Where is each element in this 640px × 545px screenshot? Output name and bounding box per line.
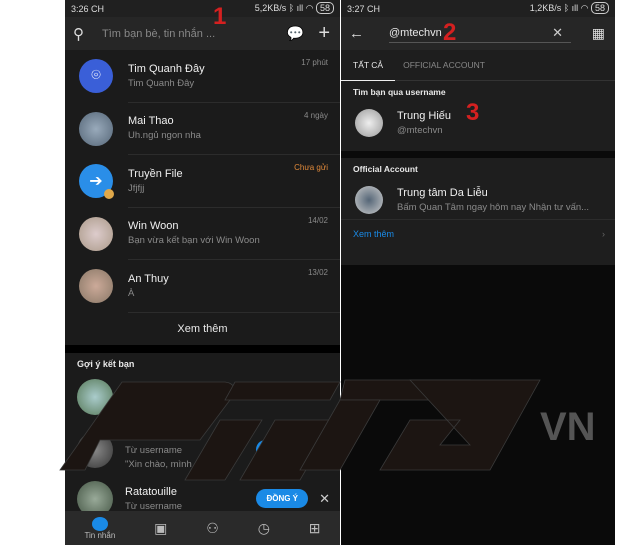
- dismiss-icon[interactable]: ✕: [319, 491, 330, 507]
- search-icon[interactable]: ⚲: [73, 25, 84, 43]
- status-time: 3:27 CH: [347, 3, 381, 14]
- message-icon: [91, 516, 108, 531]
- conversation-preview: Uh.ngủ ngon nha: [128, 130, 201, 142]
- search-input[interactable]: @mtechvn ✕: [389, 23, 571, 43]
- section-title: Official Account: [353, 164, 418, 174]
- conversation-list: ⌾ Tim Quanh Đây Tim Quanh Đây 17 phút Mai T…: [65, 50, 340, 313]
- tab-all[interactable]: TẤT CẢ: [341, 50, 396, 81]
- battery-icon: 58: [590, 2, 609, 14]
- conversation-time: 14/02: [307, 215, 328, 225]
- conversation-name: Mai Thao: [128, 115, 174, 128]
- avatar: [77, 378, 113, 415]
- step-marker: 2: [443, 19, 457, 46]
- groups-icon[interactable]: ⚇: [206, 520, 219, 537]
- conversation-item[interactable]: ⌾ Tim Quanh Đây Tim Quanh Đây 17 phút: [65, 50, 340, 103]
- plus-icon[interactable]: +: [318, 22, 330, 45]
- status-bar: 3:27 CH 1,2KB/s ᛒ ıll ◠ 58: [341, 0, 615, 17]
- status-time: 3:26 CH: [71, 3, 105, 14]
- see-more-link[interactable]: Xem thêm ›: [341, 220, 615, 248]
- back-arrow-icon[interactable]: ←: [349, 25, 364, 42]
- network-speed: 5,2KB/s: [254, 3, 287, 13]
- conversation-item[interactable]: Win Woon Bạn vừa kết bạn với Win Woon 14/0…: [65, 208, 340, 260]
- suggestion-source: Từ username: [125, 500, 183, 512]
- new-chat-icon[interactable]: 💬: [287, 25, 304, 42]
- file-transfer-icon: ➔: [79, 164, 114, 200]
- suggestion-message: "Xin chào! K... minh...: [125, 398, 217, 410]
- conversation-name: Tim Quanh Đây: [128, 62, 205, 75]
- conversation-time: 17 phút: [301, 58, 328, 67]
- user-username: @mtechvn: [397, 125, 443, 136]
- conversation-time: 13/02: [307, 268, 328, 277]
- conversation-preview: À: [128, 287, 135, 299]
- see-more-button[interactable]: Xem thêm: [65, 313, 340, 345]
- dismiss-icon[interactable]: ✕: [319, 442, 330, 458]
- tab-official-account[interactable]: OFFICIAL ACCOUNT: [395, 60, 493, 70]
- qr-code-icon[interactable]: ▦: [592, 25, 605, 42]
- conversation-preview: Bạn vừa kết bạn với Win Woon: [128, 235, 260, 247]
- right-phone-screen: 3:27 CH 1,2KB/s ᛒ ıll ◠ 58 ← @mtechvn ✕ ▦…: [341, 0, 615, 545]
- search-query: @mtechvn: [389, 27, 442, 39]
- conversation-preview: Tim Quanh Đây: [128, 77, 195, 89]
- conversation-item[interactable]: Mai Thao Uh.ngủ ngon nha 4 ngày: [65, 103, 340, 155]
- avatar: [79, 269, 113, 304]
- nav-messages[interactable]: Tin nhắn: [84, 516, 116, 540]
- more-grid-icon[interactable]: ⊞: [309, 520, 321, 537]
- bottom-nav: Tin nhắn ▣ ⚇ ◷ ⊞: [65, 511, 340, 545]
- avatar: [355, 185, 383, 214]
- conversation-preview: Jfjfjj: [128, 182, 145, 194]
- suggestion-item[interactable]: Phú "Xin chào! K... minh...: [65, 371, 340, 423]
- oa-description: Bấm Quan Tâm ngay hôm nay Nhận tư vấn...: [397, 201, 590, 213]
- avatar: [79, 216, 113, 251]
- clear-icon[interactable]: ✕: [552, 23, 563, 43]
- avatar: [355, 109, 383, 137]
- suggestion-item[interactable]: Chiến Từ username "Xin chào, mình ...n... Đ…: [65, 423, 340, 477]
- conversation-name: Win Woon: [128, 220, 179, 233]
- accept-button[interactable]: ĐỒNG Ý: [256, 440, 308, 459]
- user-result[interactable]: Trung Hiếu @mtechvn 3: [341, 99, 615, 143]
- contacts-icon[interactable]: ▣: [154, 520, 167, 537]
- step-marker: 1: [213, 3, 227, 30]
- see-more-label: Xem thêm: [353, 229, 395, 239]
- timeline-icon[interactable]: ◷: [258, 520, 270, 537]
- official-account-result[interactable]: Trung tâm Da Liễu Bấm Quan Tâm ngay hôm n…: [341, 180, 615, 220]
- pending-status: Chưa gửi: [294, 163, 328, 172]
- status-bar: 3:26 CH 5,2KB/s ᛒ ıll ◠ 58: [65, 0, 340, 17]
- conversation-item[interactable]: An Thuy À 13/02: [65, 260, 340, 313]
- avatar: [77, 431, 113, 468]
- accept-button[interactable]: ĐỒNG Ý: [256, 489, 308, 508]
- nav-messages-label: Tin nhắn: [84, 530, 116, 540]
- location-pin-icon: ⌾: [79, 59, 113, 94]
- conversation-time: 4 ngày: [303, 110, 328, 120]
- battery-icon: 58: [315, 2, 334, 14]
- network-speed: 1,2KB/s: [529, 3, 562, 13]
- step-marker: 3: [466, 99, 480, 126]
- chevron-right-icon: ›: [602, 229, 605, 239]
- avatar: [79, 111, 113, 146]
- suggestion-message: "Xin chào, mình ...n...: [125, 458, 216, 470]
- suggest-title: Gợi ý kết bạn: [77, 358, 135, 369]
- conversation-item[interactable]: ➔ Truyền File Jfjfjj Chưa gửi: [65, 155, 340, 208]
- search-bar[interactable]: ⚲ Tìm bạn bè, tin nhắn ... 💬 + 1: [65, 3, 340, 50]
- tab-bar: TẤT CẢ OFFICIAL ACCOUNT: [341, 50, 615, 81]
- oa-name: Trung tâm Da Liễu: [397, 186, 488, 199]
- left-phone-screen: 3:26 CH 5,2KB/s ᛒ ıll ◠ 58 ⚲ Tìm bạn bè,…: [65, 0, 340, 545]
- search-input[interactable]: Tìm bạn bè, tin nhắn ...: [102, 28, 215, 40]
- search-header: ← @mtechvn ✕ ▦ 2: [341, 17, 615, 50]
- suggestion-name: Chiến: [125, 429, 154, 442]
- user-name: Trung Hiếu: [397, 110, 452, 122]
- suggestion-name: Ratatouille: [125, 485, 177, 498]
- suggestion-name: Phú: [125, 383, 145, 396]
- conversation-name: An Thuy: [128, 272, 169, 285]
- suggestion-source: Từ username: [125, 444, 183, 456]
